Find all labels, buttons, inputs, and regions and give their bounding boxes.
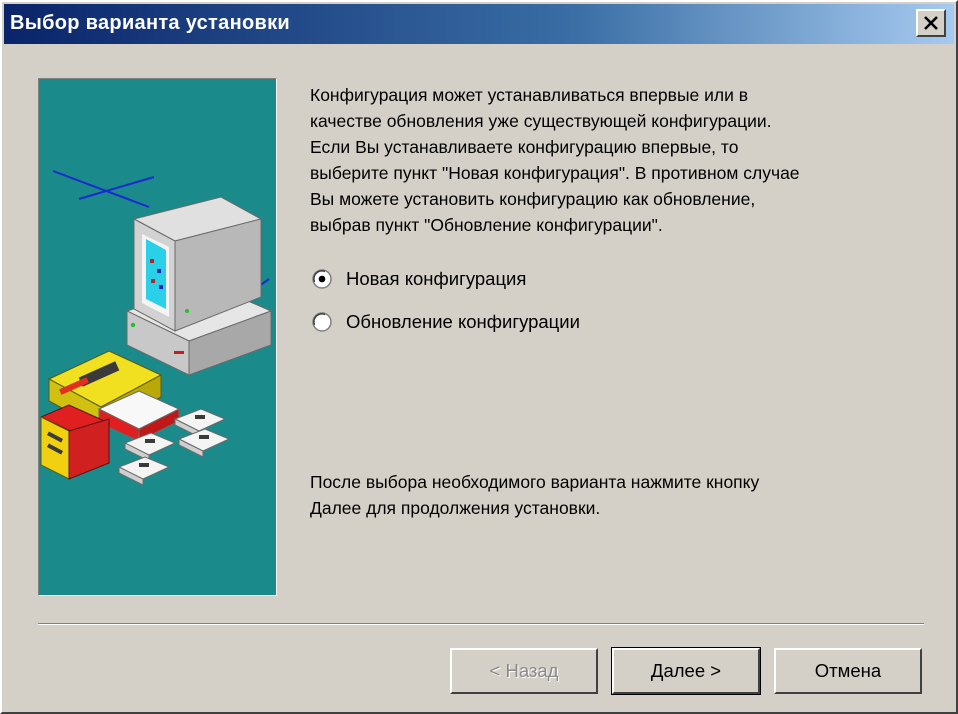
radio-new-configuration-label: Новая конфигурация	[346, 268, 527, 289]
window-title: Выбор варианта установки	[10, 12, 290, 34]
close-button[interactable]	[916, 9, 946, 37]
description-text: Конфигурация может устанавливаться вперв…	[310, 85, 800, 235]
cancel-button[interactable]: Отмена	[774, 648, 922, 694]
radio-selected-icon	[312, 269, 332, 289]
computer-setup-illustration	[38, 78, 277, 596]
radio-new-configuration[interactable]: Новая конфигурация	[312, 268, 526, 290]
title-bar[interactable]: Выбор варианта установки	[4, 4, 954, 44]
back-button[interactable]: < Назад	[450, 648, 598, 694]
setup-dialog: Выбор варианта установки Конфигурация мо…	[0, 0, 958, 714]
radio-update-configuration[interactable]: Обновление конфигурации	[312, 311, 580, 333]
hint-text: После выбора необходимого варианта нажми…	[310, 472, 760, 518]
close-icon	[924, 16, 938, 30]
next-button[interactable]: Далее >	[611, 647, 761, 695]
button-separator	[38, 623, 924, 625]
radio-update-configuration-label: Обновление конфигурации	[346, 311, 580, 332]
radio-unselected-icon	[312, 312, 332, 332]
